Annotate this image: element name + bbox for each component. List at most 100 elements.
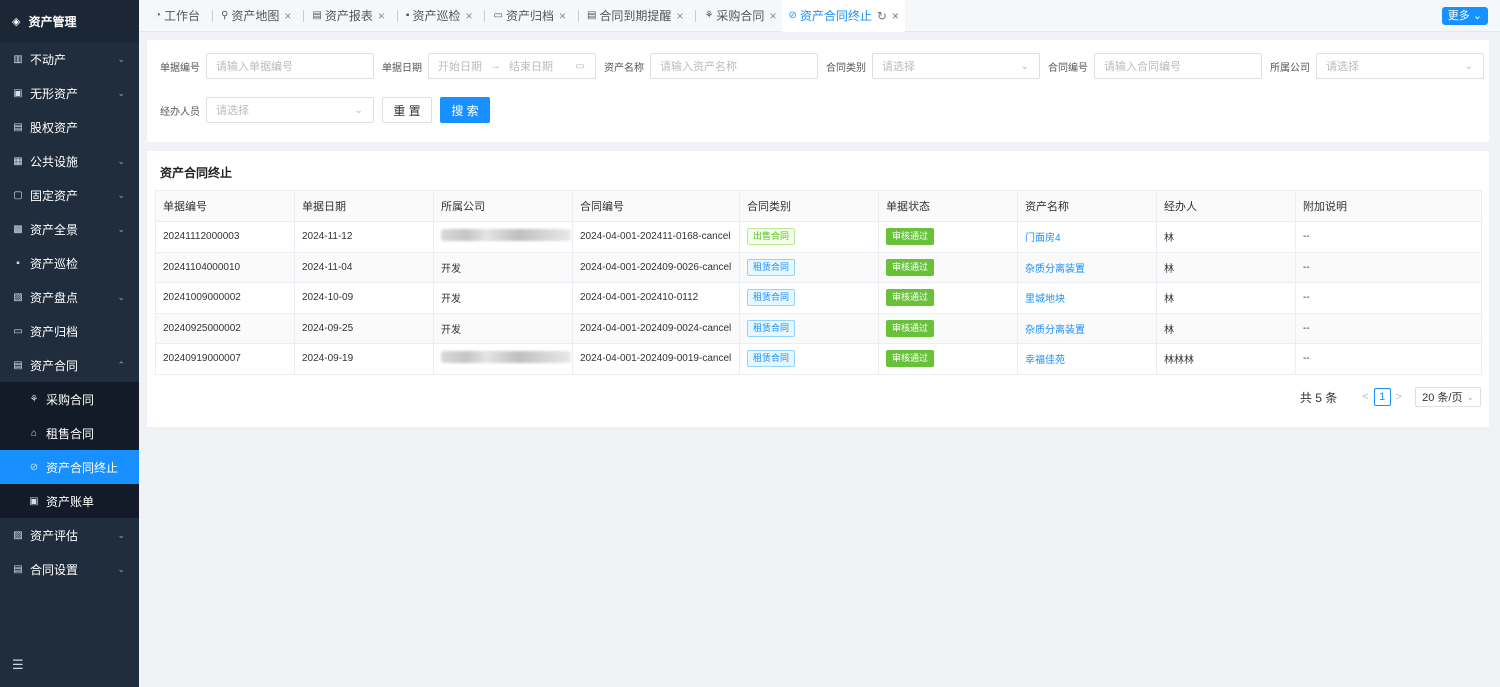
tab-separator bbox=[577, 9, 579, 22]
lease-icon: ⌂ bbox=[30, 427, 38, 439]
status-badge: 审核通过 bbox=[886, 258, 935, 276]
doc-no-input[interactable]: 请输入单据编号 bbox=[206, 53, 374, 79]
tab-label: 资产地图 bbox=[231, 9, 280, 23]
page-size-select[interactable]: 20 条/页 ⌄ bbox=[1415, 387, 1481, 407]
redacted-company bbox=[441, 351, 571, 364]
close-icon[interactable]: × bbox=[378, 9, 385, 23]
tab-archive[interactable]: ▭ 资产归档 × bbox=[478, 0, 571, 32]
asset-name-link[interactable]: 幸福佳苑 bbox=[1025, 355, 1065, 366]
tab-separator bbox=[484, 9, 486, 22]
evaluation-icon: ▨ bbox=[13, 529, 23, 541]
facility-icon: ▦ bbox=[13, 155, 23, 167]
tab-bar: ◔ 工作台 ⚲ 资产地图 × ▤ 资产报表 × ▪ 资产巡检 × ▭ 资产归档 × ▤ 合同到期提醒 × ⚘ 采购合… bbox=[139, 0, 1500, 32]
handler-select[interactable]: 请选择 ⌄ bbox=[206, 97, 374, 123]
settings-icon: ▤ bbox=[13, 563, 23, 575]
sidebar-item-purchase[interactable]: ⚘ 采购合同 bbox=[0, 382, 139, 416]
sidebar-item-terminate[interactable]: ⊘ 资产合同终止 bbox=[0, 450, 139, 484]
status-badge: 审核通过 bbox=[886, 228, 935, 246]
asset-name-cell: 门面房4 bbox=[1017, 221, 1157, 253]
cube-icon: ◈ bbox=[12, 15, 21, 28]
contract-type-tag: 租赁合同 bbox=[747, 258, 796, 276]
more-tabs-button[interactable]: 更多 ⌄ bbox=[1441, 7, 1488, 25]
note-cell: -- bbox=[1295, 221, 1482, 253]
handler-cell: 林 bbox=[1156, 252, 1296, 283]
handler-cell: 林 bbox=[1156, 221, 1296, 253]
sidebar-item-intangible[interactable]: ▣ 无形资产 ⌄ bbox=[0, 76, 139, 110]
table-row[interactable]: 20241009000002 2024-10-09 开发 2024-04-001-20… bbox=[155, 282, 1482, 314]
tab-separator bbox=[212, 9, 214, 22]
status-cell: 审核通过 bbox=[878, 221, 1018, 253]
column-header: 合同类别 bbox=[739, 190, 879, 222]
sidebar-item-panorama[interactable]: ▩ 资产全景 ⌄ bbox=[0, 212, 139, 246]
sidebar-item-contract[interactable]: ▤ 资产合同 ⌃ bbox=[0, 348, 139, 382]
sidebar-item-equity[interactable]: ▤ 股权资产 bbox=[0, 110, 139, 144]
submenu-asset-contract: ⚘ 采购合同 ⌂ 租售合同 ⊘ 资产合同终止 ▣ 资产账单 bbox=[0, 382, 139, 518]
company-label: 所属公司 bbox=[1270, 62, 1310, 74]
company-cell: 开发 bbox=[433, 252, 573, 283]
column-header: 所属公司 bbox=[433, 190, 573, 222]
doc-date-range[interactable]: 开始日期 → 结束日期 ▭ bbox=[428, 53, 596, 79]
tab-label: 采购合同 bbox=[716, 9, 765, 23]
tab-map[interactable]: ⚲ 资产地图 × bbox=[206, 0, 297, 32]
asset-name-input[interactable]: 请输入资产名称 bbox=[650, 53, 818, 79]
sidebar-item-lease[interactable]: ⌂ 租售合同 bbox=[0, 416, 139, 450]
next-page-icon[interactable]: > bbox=[1396, 391, 1402, 403]
contract-no-input[interactable]: 请输入合同编号 bbox=[1094, 53, 1262, 79]
sidebar-item-inspection[interactable]: ▪ 资产巡检 bbox=[0, 246, 139, 280]
table-row[interactable]: 20240925000002 2024-09-25 开发 2024-04-001-20… bbox=[155, 313, 1482, 344]
asset-name-link[interactable]: 门面房4 bbox=[1025, 233, 1061, 244]
company-cell bbox=[433, 221, 573, 253]
table-row[interactable]: 20241112000003 2024-11-12 2024-04-001-2024… bbox=[155, 221, 1482, 253]
company-select[interactable]: 请选择 ⌄ bbox=[1316, 53, 1484, 79]
close-icon[interactable]: × bbox=[676, 9, 683, 23]
tab-inspection[interactable]: ▪ 资产巡检 × bbox=[391, 0, 479, 32]
doc-date-label: 单据日期 bbox=[382, 62, 422, 74]
sidebar-item-archive[interactable]: ▭ 资产归档 bbox=[0, 314, 139, 348]
reset-button[interactable]: 重 置 bbox=[382, 97, 432, 123]
dashboard-icon: ◔ bbox=[155, 10, 162, 21]
refresh-icon[interactable]: ↻ bbox=[877, 9, 887, 23]
sidebar-item-inventory[interactable]: ▧ 资产盘点 ⌄ bbox=[0, 280, 139, 314]
sidebar: ◈ 资产管理 ▥ 不动产 ⌄ ▣ 无形资产 ⌄ ▤ 股权资产 ▦ 公共设施 ⌄ ▢ 固定资产 ⌄ ▩ 资产全景… bbox=[0, 0, 139, 687]
asset-name-link[interactable]: 里城地块 bbox=[1025, 294, 1065, 305]
panorama-icon: ▩ bbox=[13, 223, 23, 235]
tab-purchase[interactable]: ⚘ 采购合同 × bbox=[689, 0, 782, 32]
sidebar-item-label: 租售合同 bbox=[46, 426, 95, 441]
page-number[interactable]: 1 bbox=[1373, 388, 1391, 406]
sidebar-item-fixed-asset[interactable]: ▢ 固定资产 ⌄ bbox=[0, 178, 139, 212]
tab-dashboard[interactable]: ◔ 工作台 bbox=[149, 0, 206, 32]
sidebar-item-evaluation[interactable]: ▨ 资产评估 ⌄ bbox=[0, 518, 139, 552]
archive-icon: ▭ bbox=[493, 10, 503, 21]
sidebar-item-bill[interactable]: ▣ 资产账单 bbox=[0, 484, 139, 518]
sidebar-item-label: 资产评估 bbox=[30, 528, 79, 543]
report-icon: ▤ bbox=[312, 10, 322, 21]
close-icon[interactable]: × bbox=[769, 9, 776, 23]
sidebar-item-label: 合同设置 bbox=[30, 562, 79, 577]
close-icon[interactable]: × bbox=[465, 9, 472, 23]
tab-label: 资产报表 bbox=[324, 9, 373, 23]
table-row[interactable]: 20241104000010 2024-11-04 开发 2024-04-001-20… bbox=[155, 252, 1482, 283]
sidebar-item-facility[interactable]: ▦ 公共设施 ⌄ bbox=[0, 144, 139, 178]
status-cell: 审核通过 bbox=[878, 313, 1018, 344]
sidebar-item-label: 股权资产 bbox=[30, 120, 79, 135]
sidebar-item-building[interactable]: ▥ 不动产 ⌄ bbox=[0, 42, 139, 76]
close-icon[interactable]: × bbox=[892, 9, 899, 23]
asset-name-link[interactable]: 杂质分离装置 bbox=[1025, 264, 1085, 275]
tab-terminate[interactable]: ⊘ 资产合同终止 ↻ × bbox=[782, 0, 905, 32]
total-count: 共 5 条 bbox=[1299, 390, 1338, 405]
contract-type-select[interactable]: 请选择 ⌄ bbox=[872, 53, 1040, 79]
search-button[interactable]: 搜 索 bbox=[440, 97, 490, 123]
sidebar-item-settings[interactable]: ▤ 合同设置 ⌄ bbox=[0, 552, 139, 586]
tab-report[interactable]: ▤ 资产报表 × bbox=[297, 0, 390, 32]
chevron-down-icon: ⌄ bbox=[117, 291, 125, 302]
tab-reminder[interactable]: ▤ 合同到期提醒 × bbox=[572, 0, 689, 32]
collapse-menu-icon[interactable]: ☰ bbox=[12, 657, 24, 673]
chevron-down-icon: ⌄ bbox=[117, 155, 125, 166]
table-row[interactable]: 20240919000007 2024-09-19 2024-04-001-2024… bbox=[155, 343, 1482, 375]
asset-name-cell: 杂质分离装置 bbox=[1017, 313, 1157, 344]
close-icon[interactable]: × bbox=[559, 9, 566, 23]
column-header: 经办人 bbox=[1156, 190, 1296, 222]
close-icon[interactable]: × bbox=[284, 9, 291, 23]
prev-page-icon[interactable]: < bbox=[1362, 391, 1368, 403]
asset-name-link[interactable]: 杂质分离装置 bbox=[1025, 325, 1085, 336]
